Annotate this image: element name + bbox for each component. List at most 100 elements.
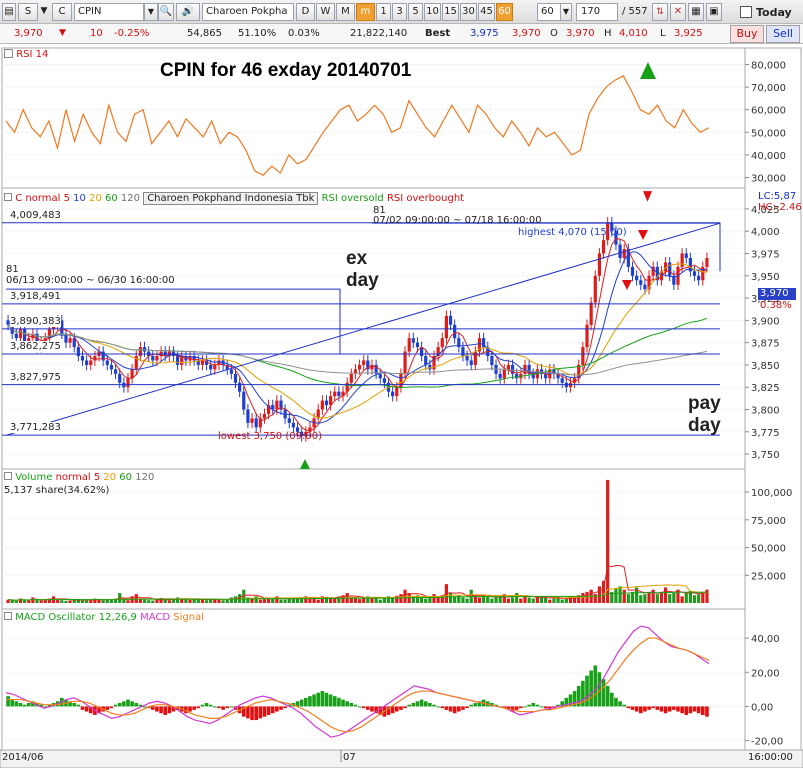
volume-bar [680,596,684,603]
volume-bar [560,599,564,603]
high-value: 4,010 [619,28,648,39]
period-dropdown-icon[interactable]: ▼ [560,3,572,21]
open-value: 3,970 [566,28,595,39]
volume-bar [225,599,229,603]
volume-bar [329,598,333,603]
rsi-legend: RSI 14 [4,49,48,60]
period-button-5[interactable]: 5 [408,3,423,21]
volume-bar [548,599,552,603]
period-button-3[interactable]: 3 [392,3,407,21]
macd-histogram-bar [680,706,684,714]
volume-bar [101,600,105,603]
macd-histogram-bar [316,692,321,707]
rsi-tick-label: 60,000 [751,106,786,117]
candle-body [291,422,296,428]
macd-histogram-bar [26,703,31,707]
search-icon[interactable]: 🔍 [158,3,174,21]
macd-histogram-bar [523,706,527,708]
macd-tick-label: 20,00 [751,668,780,679]
candle-body [176,356,180,365]
period-button-10[interactable]: 10 [424,3,441,21]
legend-rsi-overbought: RSI overbought [386,193,465,204]
sell-button[interactable]: Sell [766,25,800,43]
macd-histogram-bar [130,701,134,707]
period-button-60[interactable]: 60 [496,3,513,21]
macd-histogram-bar [419,699,424,707]
period-button-30[interactable]: 30 [460,3,477,21]
settings-icon[interactable]: ▣ [706,3,722,21]
volume-bar [614,588,618,603]
candle-body [320,400,324,410]
today-checkbox[interactable] [740,6,752,18]
symbol-input[interactable]: CPIN [74,3,144,21]
candle-body [362,360,366,365]
macd-histogram-bar [254,706,258,721]
macd-histogram-bar [353,704,358,707]
candle-body [643,284,647,290]
candle-body [440,338,444,348]
arrows-icon[interactable]: ⇅ [652,3,668,21]
candle-body [515,373,519,379]
period-button-1[interactable]: 1 [376,3,391,21]
period-button-15[interactable]: 15 [442,3,459,21]
volume-bar [647,593,651,603]
best-label: Best [425,28,451,39]
period-button-m[interactable]: M [336,3,355,21]
volume-bar [85,600,89,603]
macd-histogram-bar [72,703,77,707]
bookmark-icon[interactable]: ▦ [688,3,704,21]
macd-histogram-bar [320,691,325,707]
candle-body [72,338,76,348]
macd-histogram-bar [605,685,610,707]
macd-histogram-bar [688,706,693,714]
period-button-w[interactable]: W [316,3,335,21]
volume-bar [254,596,258,603]
macd-histogram-bar [543,706,548,709]
candle-body [105,360,109,365]
volume-bar [217,599,221,603]
macd-histogram-bar [6,696,10,707]
volume-bar [192,599,196,603]
rsi-label: RSI 14 [16,49,49,60]
volume-bar [436,597,440,603]
macd-histogram-bar [266,706,271,715]
count-input[interactable]: 170 [576,3,618,21]
candle-body [391,391,395,397]
volume-bar [308,598,312,603]
macd-histogram-bar [361,706,366,709]
menu-icon[interactable]: ▤ [2,3,16,21]
macd-histogram-bar [428,703,432,707]
volume-bar [171,599,176,603]
macd-histogram-bar [407,704,411,707]
c-button[interactable]: C [52,3,72,21]
candle-body [668,262,672,276]
volume-bar [167,600,171,603]
close-icon[interactable]: ✕ [670,3,686,21]
period-button-45[interactable]: 45 [478,3,495,21]
volume-tick-label: 25,000 [751,571,786,582]
macd-histogram-bar [630,706,635,710]
s-button[interactable]: S [18,3,38,21]
buy-button[interactable]: Buy [730,25,764,43]
speaker-icon[interactable]: 🔊 [176,3,200,21]
volume-bar [510,597,515,603]
level-label: 3,827,975 [10,371,61,383]
macd-histogram-bar [221,706,225,710]
symbol-dropdown-icon[interactable]: ▼ [144,3,158,21]
period-button-d[interactable]: D [296,3,315,21]
ex-day-line2: day [346,270,379,291]
macd-histogram-bar [448,706,453,712]
volume-bar [630,591,635,603]
volume-bar [184,599,188,603]
dropdown-arrow-icon[interactable]: ▼ [39,3,49,21]
volume-info: 5,137 share(34.62%) [4,485,110,496]
legend-ma5: 5 [63,193,70,204]
volume-bar [593,594,597,603]
macd-histogram-bar [76,704,81,707]
candle-body [498,373,502,379]
period-button-minute[interactable]: m [356,3,375,21]
macd-histogram-bar [246,706,250,719]
rsi-tick-label: 80,000 [751,61,786,72]
candle-body [113,369,118,374]
volume-tick-label: 75,000 [751,516,786,527]
